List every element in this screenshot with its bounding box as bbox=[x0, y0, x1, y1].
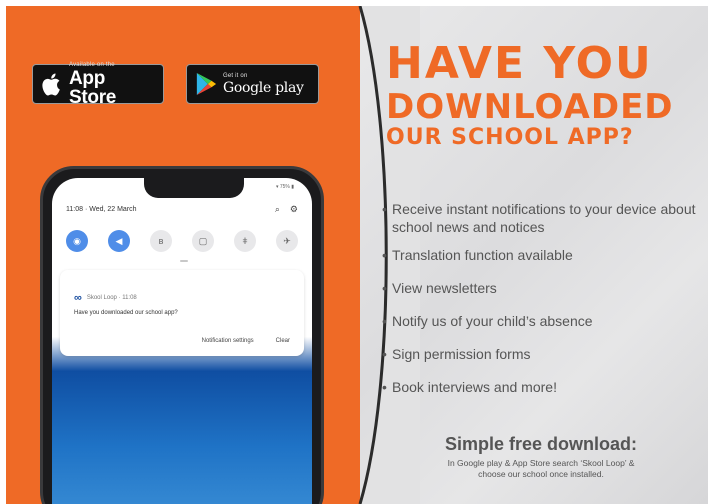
bullet-icon: • bbox=[382, 346, 387, 362]
notification-app-name: Skool Loop · 11:08 bbox=[86, 295, 137, 301]
school-app-flyer: Available on the App Store Get it on Goo… bbox=[0, 0, 708, 504]
search-icon[interactable]: ⌕ bbox=[275, 204, 280, 215]
google-play-icon bbox=[196, 73, 217, 95]
flashlight-toggle-icon[interactable]: ǂ bbox=[234, 230, 256, 252]
download-instructions-line-1: In Google play & App Store search ‘Skool… bbox=[447, 458, 635, 468]
notification-header: ∞ Skool Loop · 11:08 bbox=[74, 292, 137, 304]
gear-icon[interactable]: ⚙ bbox=[290, 204, 298, 215]
app-store-small-label: Available on the bbox=[69, 61, 115, 68]
download-instructions-line-2: choose our school once installed. bbox=[478, 469, 604, 479]
rotate-toggle-icon[interactable]: ▢ bbox=[192, 230, 214, 252]
skool-loop-logo-icon: ∞ bbox=[74, 292, 82, 304]
quick-settings-handle[interactable] bbox=[180, 260, 188, 262]
headline: HAVE YOU DOWNLOADED OUR SCHOOL APP? bbox=[386, 42, 702, 149]
feature-text: Notify us of your child’s absence bbox=[392, 313, 593, 329]
feature-text: Translation function available bbox=[392, 247, 573, 263]
bullet-icon: • bbox=[382, 379, 387, 395]
bullet-icon: • bbox=[382, 247, 387, 263]
list-item: • Receive instant notifications to your d… bbox=[382, 200, 704, 236]
apple-icon bbox=[42, 73, 60, 96]
notification-clear-button[interactable]: Clear bbox=[276, 338, 290, 344]
phone-screen: ▾ 75% ▮ 11:08 · Wed, 22 March ⌕ ⚙ ◉ ◀ ʙ … bbox=[52, 178, 312, 504]
google-play-label: Google play bbox=[223, 80, 304, 96]
google-play-small-label: Get it on bbox=[223, 73, 248, 79]
feature-text: Receive instant notifications to your de… bbox=[392, 201, 696, 235]
status-row: 11:08 · Wed, 22 March ⌕ ⚙ bbox=[66, 204, 298, 215]
bullet-icon: • bbox=[382, 201, 387, 217]
notification-actions: Notification settings Clear bbox=[180, 338, 290, 344]
list-item: • View newsletters bbox=[382, 279, 704, 297]
feature-text: Sign permission forms bbox=[392, 346, 531, 362]
list-item: • Book interviews and more! bbox=[382, 378, 704, 396]
feature-list: • Receive instant notifications to your d… bbox=[382, 200, 704, 411]
notification-message: Have you downloaded our school app? bbox=[74, 310, 178, 316]
bullet-icon: • bbox=[382, 313, 387, 329]
status-time: 11:08 · Wed, 22 March bbox=[66, 206, 137, 213]
app-store-label: App Store bbox=[69, 67, 117, 108]
google-play-badge[interactable]: Get it on Google play bbox=[186, 64, 319, 104]
feature-text: View newsletters bbox=[392, 280, 497, 296]
feature-text: Book interviews and more! bbox=[392, 379, 557, 395]
bluetooth-toggle-icon[interactable]: ʙ bbox=[150, 230, 172, 252]
wifi-toggle-icon[interactable]: ◉ bbox=[66, 230, 88, 252]
phone-notch bbox=[144, 178, 244, 198]
download-instructions: In Google play & App Store search ‘Skool… bbox=[380, 458, 702, 480]
list-item: • Sign permission forms bbox=[382, 345, 704, 363]
app-notification[interactable]: ∞ Skool Loop · 11:08 Have you downloaded… bbox=[60, 270, 304, 356]
status-bar-right: ▾ 75% ▮ bbox=[275, 184, 294, 190]
phone-mockup: ▾ 75% ▮ 11:08 · Wed, 22 March ⌕ ⚙ ◉ ◀ ʙ … bbox=[40, 166, 324, 504]
bullet-icon: • bbox=[382, 280, 387, 296]
airplane-toggle-icon[interactable]: ✈ bbox=[276, 230, 298, 252]
app-store-badge[interactable]: Available on the App Store bbox=[32, 61, 164, 108]
sound-toggle-icon[interactable]: ◀ bbox=[108, 230, 130, 252]
download-title: Simple free download: bbox=[444, 434, 638, 454]
list-item: • Notify us of your child’s absence bbox=[382, 312, 704, 330]
notification-settings-button[interactable]: Notification settings bbox=[202, 338, 254, 344]
list-item: • Translation function available bbox=[382, 246, 704, 264]
headline-line-1: HAVE YOU bbox=[386, 38, 653, 89]
quick-settings: ◉ ◀ ʙ ▢ ǂ ✈ bbox=[66, 230, 298, 252]
headline-line-3: OUR SCHOOL APP? bbox=[386, 125, 634, 150]
headline-line-2: DOWNLOADED bbox=[386, 87, 674, 127]
